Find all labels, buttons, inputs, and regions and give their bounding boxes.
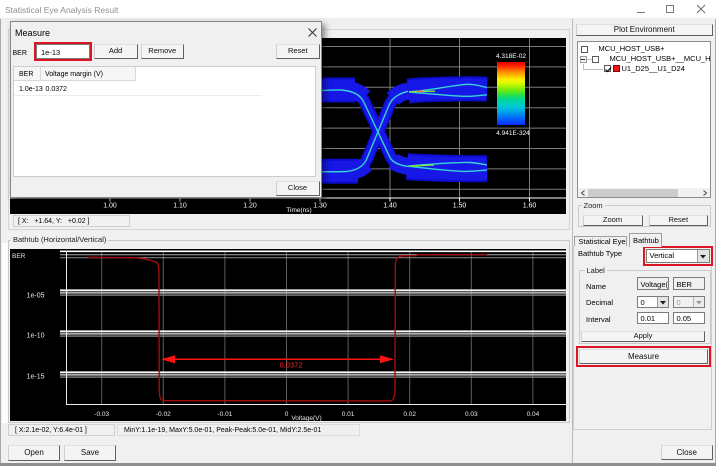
svg-text:1.40: 1.40 (383, 202, 397, 209)
svg-text:1.10: 1.10 (173, 202, 187, 209)
svg-text:1e-15: 1e-15 (27, 374, 45, 381)
svg-text:1.30: 1.30 (313, 202, 327, 209)
svg-text:-0.01: -0.01 (217, 411, 232, 418)
svg-text:0.03: 0.03 (465, 411, 478, 418)
svg-text:1.60: 1.60 (523, 202, 537, 209)
svg-text:1e-10: 1e-10 (27, 333, 45, 340)
svg-text:0.02: 0.02 (403, 411, 416, 418)
svg-text:4.941E-324: 4.941E-324 (496, 130, 530, 137)
svg-text:1.20: 1.20 (243, 202, 257, 209)
svg-text:-0.02: -0.02 (156, 411, 171, 418)
svg-text:1.50: 1.50 (453, 202, 467, 209)
svg-text:Time(ns): Time(ns) (286, 207, 311, 214)
svg-text:Voltage(V): Voltage(V) (291, 415, 321, 421)
svg-text:0.01: 0.01 (342, 411, 355, 418)
svg-text:0.0372: 0.0372 (280, 361, 303, 370)
svg-text:-0.03: -0.03 (94, 411, 109, 418)
svg-text:BER: BER (12, 253, 26, 260)
svg-text:1.00: 1.00 (103, 202, 117, 209)
svg-text:1e-05: 1e-05 (27, 293, 45, 300)
svg-text:0.04: 0.04 (527, 411, 540, 418)
svg-text:4.318E-02: 4.318E-02 (496, 53, 526, 60)
svg-text:0: 0 (285, 411, 289, 418)
